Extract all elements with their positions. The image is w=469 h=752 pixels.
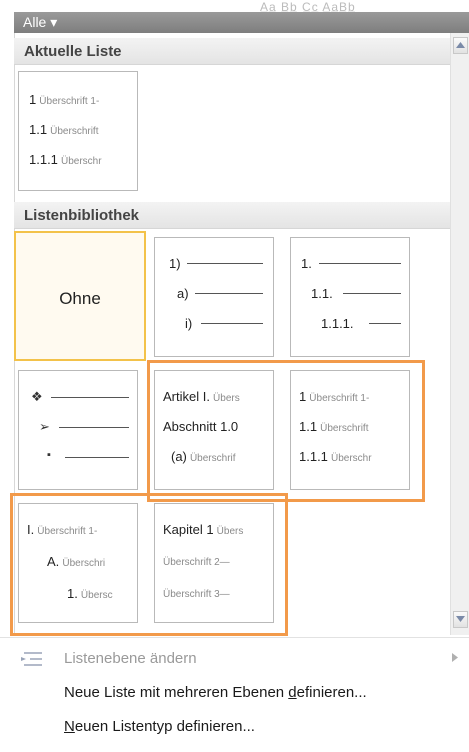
list-style-none[interactable]: Ohne bbox=[14, 231, 146, 361]
arrow-up-icon bbox=[456, 42, 465, 48]
section-header-list-library: Listenbibliothek bbox=[14, 202, 450, 229]
highlight-box-row3 bbox=[10, 493, 288, 636]
submenu-arrow-icon bbox=[452, 653, 458, 662]
menu-define-multilevel-list[interactable]: Neue Liste mit mehreren Ebenen definiere… bbox=[64, 684, 367, 701]
section-header-current-list: Aktuelle Liste bbox=[14, 38, 450, 65]
list-style-paren[interactable]: 1) a) i) bbox=[154, 237, 274, 357]
gallery-scrollbar[interactable] bbox=[450, 33, 469, 635]
menu-change-list-level[interactable]: Listenebene ändern bbox=[64, 650, 197, 667]
list-style-decimal-dotted[interactable]: 1. 1.1. 1.1.1. bbox=[290, 237, 410, 357]
change-list-level-icon bbox=[21, 652, 42, 666]
list-options-menu: Listenebene ändern Neue Liste mit mehrer… bbox=[0, 637, 469, 752]
list-style-bullets[interactable]: ❖ ➢ ▪ bbox=[18, 370, 138, 490]
filter-dropdown[interactable]: Alle ▾ bbox=[14, 12, 469, 33]
current-list-thumbnail[interactable]: 1 Überschrift 1- 1.1 Überschrift 1.1.1 Ü… bbox=[18, 71, 138, 191]
arrow-down-icon bbox=[456, 616, 465, 622]
highlight-box-row2 bbox=[147, 360, 425, 502]
filter-dropdown-label: Alle ▾ bbox=[23, 14, 58, 30]
top-bar: A̲a̲ B̲b̲ C̲c̲ A̲a̲B̲b̲ Alle ▾ bbox=[0, 0, 469, 33]
scroll-down-button[interactable] bbox=[453, 611, 468, 628]
menu-define-list-style[interactable]: Neuen Listentyp definieren... bbox=[64, 718, 255, 735]
scroll-up-button[interactable] bbox=[453, 37, 468, 54]
